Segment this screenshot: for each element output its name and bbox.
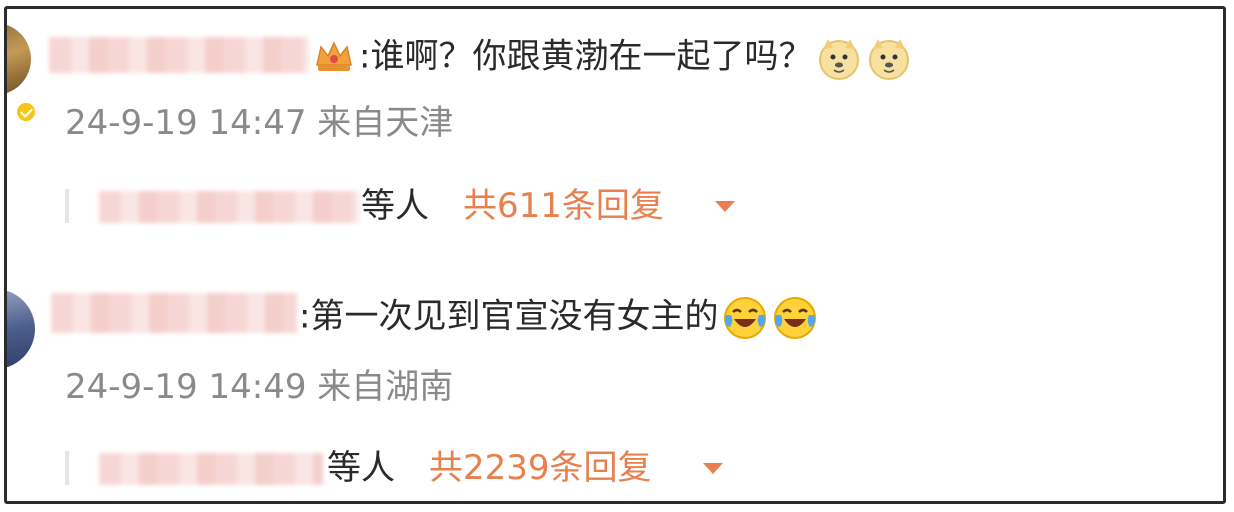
reply-divider [65, 451, 69, 485]
laugh-cry-emoji-icon [774, 297, 817, 339]
reply-count-link[interactable]: 共2239条回复 [429, 447, 652, 489]
reply-count-link[interactable]: 共611条回复 [463, 185, 664, 227]
verified-badge-icon [15, 101, 37, 123]
username-blurred[interactable] [51, 293, 297, 333]
reply-suffix: 等人 [361, 186, 429, 226]
comment-text-row: :第一次见到官宣没有女主的 [299, 295, 818, 341]
comment-panel: :谁啊？你跟黄渤在一起了吗？ 24-9-19 14:47 来自天津 等人 共61… [4, 6, 1226, 504]
reply-divider [65, 189, 69, 223]
reply-usernames-blurred [99, 453, 323, 485]
reply-suffix: 等人 [327, 448, 395, 488]
comment-text: :谁啊？你跟黄渤在一起了吗？ [359, 36, 813, 77]
doge-emoji-icon [819, 39, 860, 80]
comment-text: :第一次见到官宣没有女主的 [299, 296, 719, 337]
comment-timestamp: 24-9-19 14:49 来自湖南 [65, 367, 454, 407]
crown-icon [316, 41, 352, 71]
comment-text-row: :谁啊？你跟黄渤在一起了吗？ [359, 35, 912, 81]
chevron-down-icon[interactable] [703, 463, 723, 474]
avatar[interactable] [7, 289, 35, 369]
laugh-cry-emoji-icon [724, 297, 767, 339]
avatar[interactable] [7, 23, 31, 95]
reply-usernames-blurred [99, 191, 359, 223]
username-blurred[interactable] [49, 37, 309, 73]
chevron-down-icon[interactable] [715, 201, 735, 212]
comment-timestamp: 24-9-19 14:47 来自天津 [65, 103, 454, 143]
doge-emoji-icon [869, 39, 910, 80]
